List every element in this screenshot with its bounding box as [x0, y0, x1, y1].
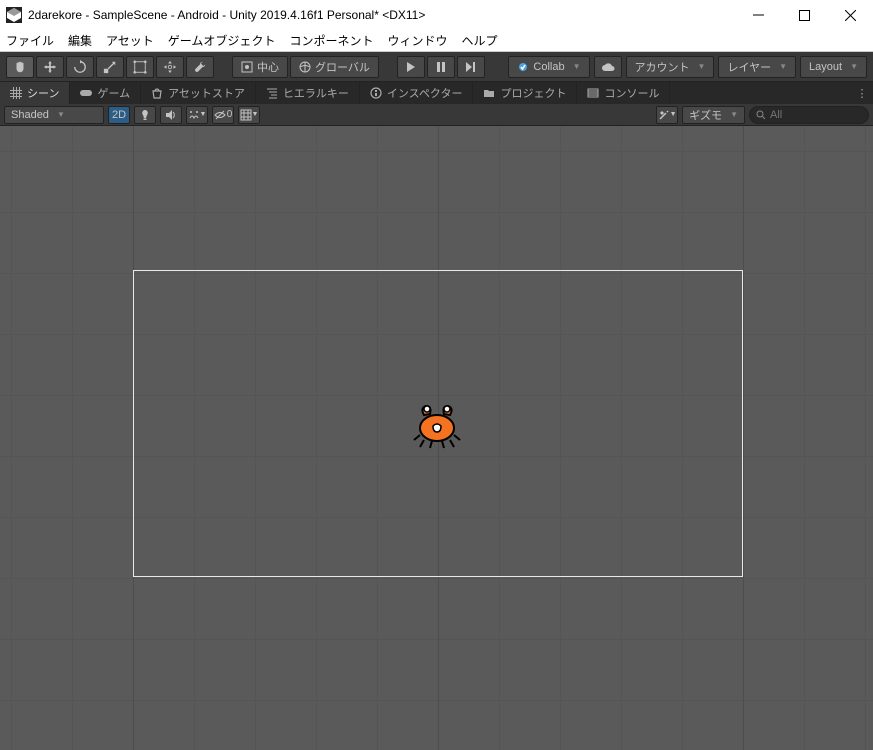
shading-mode-label: Shaded [11, 109, 49, 121]
game-icon [80, 87, 92, 99]
handle-rotation-button[interactable]: グローバル [290, 56, 379, 78]
audio-icon [165, 109, 177, 121]
project-icon [483, 87, 495, 99]
layout-label: Layout [809, 61, 842, 73]
cloud-button[interactable] [594, 56, 622, 78]
window-titlebar: 2darekore - SampleScene - Android - Unit… [0, 0, 873, 30]
tab-scene[interactable]: シーン [0, 82, 70, 104]
grid-icon [240, 109, 252, 121]
layers-dropdown[interactable]: レイヤー [718, 56, 796, 78]
sprite-gameobject[interactable] [410, 400, 464, 450]
toggle-fx[interactable]: ▼ [186, 106, 208, 124]
minimize-button[interactable] [735, 0, 781, 30]
collab-dropdown[interactable]: Collab [508, 56, 589, 78]
hand-tool[interactable] [6, 56, 34, 78]
tools-icon [658, 109, 670, 121]
grid-line-minor [72, 126, 73, 750]
toggle-2d[interactable]: 2D [108, 106, 130, 124]
scene-search[interactable] [749, 106, 869, 124]
tab-console-label: コンソール [604, 85, 659, 101]
toggle-audio[interactable] [160, 106, 182, 124]
search-icon [756, 110, 766, 120]
menu-component[interactable]: コンポーネント [289, 32, 373, 49]
layout-dropdown[interactable]: Layout [800, 56, 867, 78]
maximize-button[interactable] [781, 0, 827, 30]
titlebar-left: 2darekore - SampleScene - Android - Unit… [6, 7, 425, 23]
scene-viewport[interactable] [0, 126, 873, 750]
menu-help[interactable]: ヘルプ [461, 32, 497, 49]
scale-tool[interactable] [96, 56, 124, 78]
eye-icon [214, 109, 226, 121]
scene-view-toolbar: Shaded 2D ▼ 0 ▼ ▼ ギズモ [0, 104, 873, 126]
transform-tools [6, 56, 214, 78]
pivot-mode-label: 中心 [257, 59, 279, 75]
scene-icon [10, 87, 22, 99]
hierarchy-icon [266, 87, 278, 99]
grid-line-minor [11, 126, 12, 750]
tab-hierarchy-label: ヒエラルキー [283, 85, 349, 101]
tab-game[interactable]: ゲーム [70, 82, 141, 104]
toggle-2d-label: 2D [112, 109, 126, 121]
tab-project-label: プロジェクト [500, 85, 566, 101]
window-controls [735, 0, 873, 30]
pause-button[interactable] [427, 56, 455, 78]
grid-line-minor [804, 126, 805, 750]
rect-tool[interactable] [126, 56, 154, 78]
play-button[interactable] [397, 56, 425, 78]
playback-controls [397, 56, 485, 78]
toggle-grid[interactable]: ▼ [238, 106, 260, 124]
tab-inspector[interactable]: インスペクター [360, 82, 474, 104]
pivot-mode-button[interactable]: 中心 [232, 56, 288, 78]
account-label: アカウント [635, 59, 690, 75]
tab-asset-store[interactable]: アセットストア [141, 82, 256, 104]
shading-mode-dropdown[interactable]: Shaded [4, 106, 104, 124]
menu-window[interactable]: ウィンドウ [387, 32, 447, 49]
tab-hierarchy[interactable]: ヒエラルキー [256, 82, 360, 104]
menu-gameobject[interactable]: ゲームオブジェクト [168, 32, 276, 49]
panel-tabbar: シーン ゲーム アセットストア ヒエラルキー インスペクター プロジェクト コン… [0, 82, 873, 104]
tab-asset-store-label: アセットストア [168, 85, 245, 101]
unity-app-icon [6, 7, 22, 23]
tab-project[interactable]: プロジェクト [473, 82, 577, 104]
tab-inspector-label: インスペクター [387, 85, 463, 101]
menu-edit[interactable]: 編集 [68, 32, 92, 49]
hidden-count: 0 [227, 109, 233, 120]
toggle-visibility[interactable]: 0 [212, 106, 234, 124]
tab-menu-button[interactable]: ⋮ [851, 82, 873, 104]
move-tool[interactable] [36, 56, 64, 78]
step-button[interactable] [457, 56, 485, 78]
custom-tool[interactable] [186, 56, 214, 78]
tab-scene-label: シーン [27, 85, 59, 101]
menu-assets[interactable]: アセット [106, 32, 154, 49]
scene-tools-button[interactable]: ▼ [656, 106, 678, 124]
scene-search-input[interactable] [770, 109, 850, 121]
main-toolbar: 中心 グローバル Collab アカウント レイヤー Layout [0, 52, 873, 82]
layers-label: レイヤー [727, 59, 771, 75]
lightbulb-icon [139, 109, 151, 121]
grid-line-minor [865, 126, 866, 750]
grid-line-vertical [743, 126, 744, 750]
account-dropdown[interactable]: アカウント [626, 56, 715, 78]
console-icon [587, 87, 599, 99]
inspector-icon [370, 87, 382, 99]
close-button[interactable] [827, 0, 873, 30]
window-title: 2darekore - SampleScene - Android - Unit… [28, 8, 425, 22]
handle-rotation-label: グローバル [315, 59, 370, 75]
transform-tool[interactable] [156, 56, 184, 78]
collab-label: Collab [533, 61, 564, 73]
tab-console[interactable]: コンソール [577, 82, 670, 104]
asset-store-icon [151, 87, 163, 99]
toggle-lighting[interactable] [134, 106, 156, 124]
pivot-handle-group: 中心 グローバル [232, 56, 379, 78]
menu-file[interactable]: ファイル [6, 32, 54, 49]
gizmo-dropdown[interactable]: ギズモ [682, 106, 745, 124]
main-menu: ファイル 編集 アセット ゲームオブジェクト コンポーネント ウィンドウ ヘルプ [0, 30, 873, 52]
fx-icon [188, 109, 200, 121]
rotate-tool[interactable] [66, 56, 94, 78]
gizmo-label: ギズモ [689, 107, 722, 123]
tab-game-label: ゲーム [97, 85, 130, 101]
